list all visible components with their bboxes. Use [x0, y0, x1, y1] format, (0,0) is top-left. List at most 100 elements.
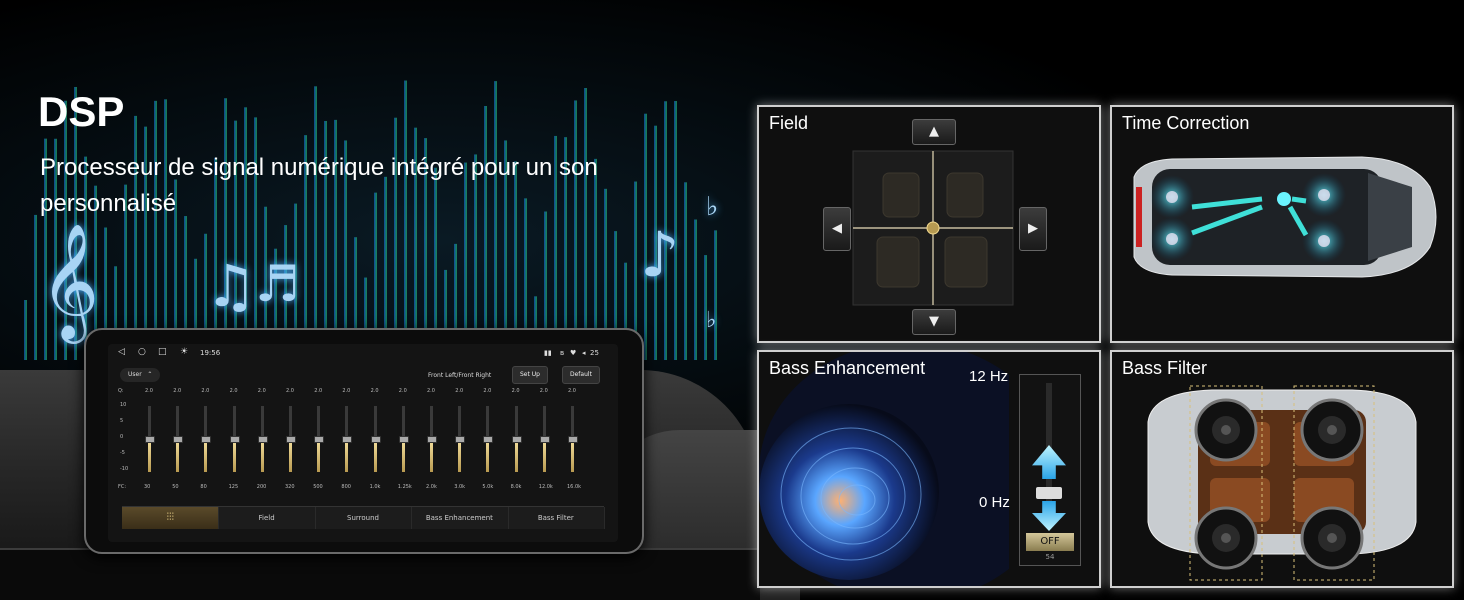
treble-clef-icon: 𝄞 — [40, 222, 100, 339]
eq-toolbar: User ⌃ Front Left/Front Right Set Up Def… — [108, 364, 618, 386]
field-panel: Field ▲ ▼ ◀ ▶ — [757, 105, 1101, 343]
eq-band-fill — [204, 439, 208, 472]
eq-fc-value: 30 — [144, 484, 151, 490]
eq-q-value: 2.0 — [342, 388, 351, 394]
eq-axis-tick: 10 — [120, 402, 127, 408]
home-icon[interactable]: ○ — [138, 347, 146, 357]
page-subtitle: Processeur de signal numérique intégré p… — [40, 154, 598, 217]
eq-band-fill — [289, 439, 292, 472]
spectrum-bar — [584, 88, 587, 360]
flat-symbol-icon: ♭ — [706, 192, 719, 222]
eq-q-value: 2.0 — [455, 388, 464, 394]
default-button[interactable]: Default — [562, 366, 600, 384]
eq-band-knob[interactable] — [427, 436, 437, 443]
eq-band-knob[interactable] — [539, 436, 550, 443]
tab-field[interactable]: Field — [218, 507, 316, 529]
head-unit: ◁ ○ □ ☀ 19:56 ▮▮ ʙ ♥ ◂ 25 User ⌃ Front L… — [84, 328, 644, 554]
recents-icon[interactable]: □ — [158, 347, 167, 357]
fc-label: FC: — [118, 484, 127, 490]
eq-fc-value: 500 — [313, 484, 323, 490]
spectrum-bar — [24, 300, 27, 360]
eq-band-fill — [373, 439, 377, 472]
eq-q-value: 2.0 — [145, 388, 153, 394]
spectrum-bar — [694, 219, 697, 360]
channel-label: Front Left/Front Right — [428, 372, 492, 379]
eq-band-knob[interactable] — [568, 436, 578, 443]
field-right-button[interactable]: ▶ — [1019, 207, 1047, 251]
eq-band-knob[interactable] — [483, 436, 494, 443]
bass-off-button[interactable]: OFF — [1026, 533, 1074, 551]
spectrum-bar — [314, 86, 317, 360]
tab-surround[interactable]: Surround — [315, 507, 413, 529]
eq-band-knob[interactable] — [455, 436, 466, 443]
setup-button[interactable]: Set Up — [512, 366, 548, 384]
chevron-up-icon: ⌃ — [143, 371, 153, 378]
status-bar: ◁ ○ □ ☀ 19:56 ▮▮ ʙ ♥ ◂ 25 — [108, 344, 618, 362]
eq-band-fill — [514, 439, 518, 472]
eq-fc-value: 5.0k — [482, 484, 494, 490]
spectrum-bar — [484, 105, 487, 360]
eq-band-knob[interactable] — [398, 436, 409, 443]
eq-fc-value: 2.0k — [426, 484, 437, 490]
equalizer: Q: FC: 10 5 0 -5 -10 2.0 30 2.0 50 2.0 80 2.0 125 2.0… — [108, 388, 618, 496]
eq-band-knob[interactable] — [511, 436, 522, 443]
eq-fc-value: 320 — [285, 484, 295, 490]
eq-band-knob[interactable] — [145, 436, 155, 443]
tab-equalizer[interactable]: ⫶⫶⫶ — [122, 507, 220, 529]
eq-fc-value: 1.0k — [369, 484, 381, 490]
slider-knob[interactable] — [1036, 487, 1062, 499]
music-note-icon: ♬ — [255, 255, 300, 313]
eq-q-value: 2.0 — [539, 388, 548, 394]
arrow-down-icon[interactable] — [1032, 501, 1066, 531]
eq-band-knob[interactable] — [173, 436, 184, 443]
q-label: Q: — [118, 388, 124, 394]
field-down-button[interactable]: ▼ — [912, 309, 956, 335]
time-correction-panel: Time Correction — [1110, 105, 1454, 343]
eq-band-knob[interactable] — [229, 436, 240, 443]
eq-band-knob[interactable] — [286, 436, 296, 443]
eq-band-knob[interactable] — [257, 436, 268, 443]
off-label: OFF — [1040, 536, 1060, 547]
spectrum-bar — [574, 100, 577, 360]
volume-icon: ◂ — [582, 349, 586, 357]
eq-band-knob[interactable] — [342, 436, 353, 443]
eq-band-fill — [260, 439, 264, 472]
bass-enhancement-title: Bass Enhancement — [769, 358, 926, 378]
music-notes-icon: ♫ — [205, 252, 257, 320]
eq-band-fill — [317, 439, 321, 472]
eq-band-fill — [571, 439, 574, 472]
arrow-up-icon[interactable] — [1032, 445, 1066, 479]
eq-q-value: 2.0 — [568, 388, 576, 394]
eq-band-fill — [232, 439, 236, 472]
flat-symbol-icon: ♭ — [706, 308, 717, 333]
air-vent — [0, 548, 760, 600]
tab-bass-enhancement[interactable]: Bass Enhancement — [411, 507, 509, 529]
field-left-button[interactable]: ◀ — [823, 207, 851, 251]
eq-band-knob[interactable] — [201, 436, 212, 443]
eq-q-value: 2.0 — [286, 388, 294, 394]
field-up-button[interactable]: ▲ — [912, 119, 956, 145]
eq-fc-value: 16.0k — [567, 484, 582, 490]
eq-axis-tick: -5 — [120, 450, 125, 456]
bass-slider[interactable]: OFF 54 — [1019, 374, 1081, 566]
min-frequency-label: 0 Hz — [979, 494, 1010, 511]
back-icon[interactable]: ◁ — [118, 347, 125, 357]
brightness-icon[interactable]: ☀ — [180, 347, 188, 357]
bass-enhancement-panel: Bass Enhancement 12 Hz 0 Hz OFF 54 — [757, 350, 1101, 588]
eq-fc-value: 12.0k — [538, 484, 553, 490]
bass-filter-title: Bass Filter — [1122, 358, 1208, 378]
bass-slider-track — [1046, 383, 1052, 503]
time-correction-title: Time Correction — [1122, 113, 1250, 133]
tab-bass-filter[interactable]: Bass Filter — [508, 507, 605, 529]
music-note-icon: ♪ — [640, 218, 680, 291]
eq-band-fill — [542, 439, 546, 472]
eq-axis-tick: -10 — [120, 466, 129, 472]
dsp-tabs: ⫶⫶⫶ Field Surround Bass Enhancement Bass Fil… — [122, 506, 605, 529]
eq-band-fill — [148, 439, 151, 472]
eq-q-value: 2.0 — [398, 388, 407, 394]
spectrum-bar — [154, 100, 157, 360]
preset-select[interactable]: User ⌃ — [120, 368, 161, 382]
eq-band-knob[interactable] — [314, 436, 325, 443]
battery-level: 25 — [590, 349, 599, 357]
eq-band-knob[interactable] — [370, 436, 381, 443]
